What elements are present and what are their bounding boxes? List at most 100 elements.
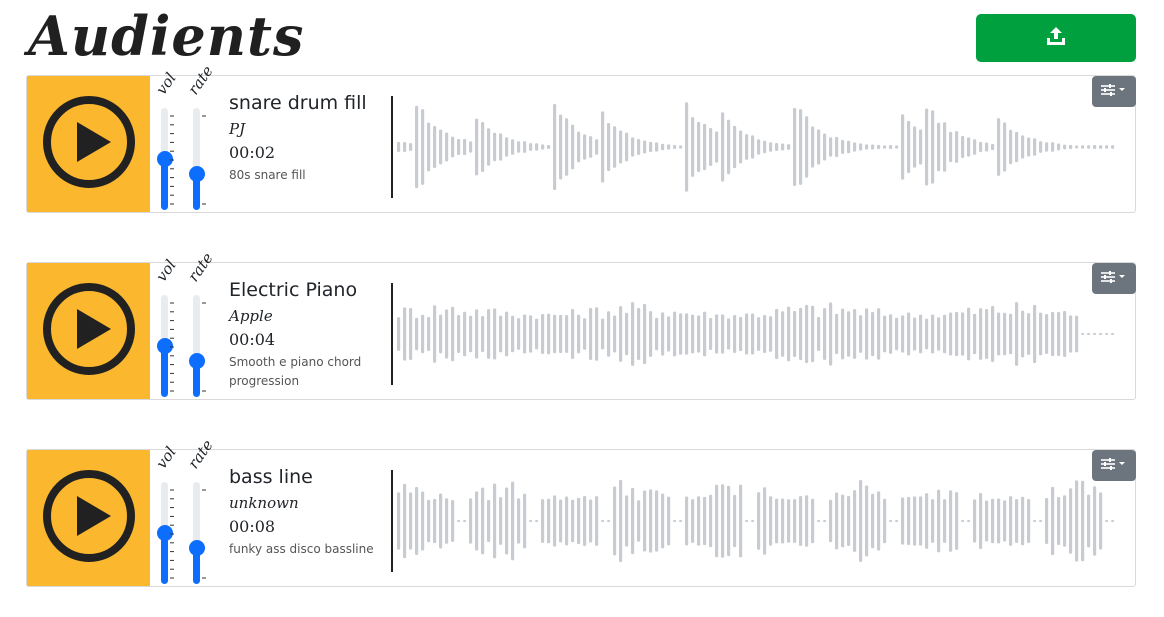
waveform-bar [487, 309, 491, 359]
play-icon [41, 281, 137, 381]
rate-slider[interactable] [188, 108, 205, 210]
play-button[interactable] [27, 76, 150, 212]
waveform-bar [943, 499, 947, 543]
waveform-bar [775, 308, 779, 360]
waveform-bar [607, 122, 611, 172]
waveform-bar [871, 493, 875, 549]
waveform-bar [679, 313, 683, 355]
waveform-bar [1033, 304, 1037, 364]
waveform-bar [823, 133, 827, 161]
waveform-bar [535, 519, 539, 523]
waveform-bar [1111, 332, 1115, 336]
waveform-bar [835, 492, 839, 550]
waveform-bar [565, 496, 569, 546]
waveform-bar [607, 519, 611, 523]
waveform-bar [619, 130, 623, 164]
waveform[interactable] [391, 470, 1119, 572]
waveform-bar [865, 485, 869, 557]
waveform-bar [613, 126, 617, 168]
waveform-bar [961, 519, 965, 523]
waveform-bar [463, 138, 467, 156]
waveform-bar [565, 118, 569, 176]
rate-slider[interactable] [188, 295, 205, 397]
volume-slider[interactable] [156, 108, 173, 210]
waveform-bar [703, 496, 707, 546]
waveform-bar [817, 317, 821, 351]
waveform-bar [571, 309, 575, 359]
volume-slider[interactable] [156, 295, 173, 397]
waveform-bar [967, 519, 971, 523]
waveform-bar [439, 493, 443, 549]
waveform-bar [781, 311, 785, 357]
play-button[interactable] [27, 263, 150, 399]
waveform-bar [673, 311, 677, 357]
waveform-bar [823, 519, 827, 523]
waveform-bar [817, 129, 821, 165]
waveform-bar [1057, 311, 1061, 357]
waveform-bar [559, 499, 563, 543]
sliders-icon [1101, 82, 1127, 101]
waveform-bar [1033, 138, 1037, 156]
play-button[interactable] [27, 450, 150, 586]
waveform-bar [601, 519, 605, 523]
waveform-bar [751, 313, 755, 355]
waveform-bar [637, 307, 641, 361]
waveform-bar [427, 122, 431, 172]
volume-slider[interactable] [156, 482, 173, 584]
waveform-bar [1039, 519, 1043, 523]
waveform-bar [697, 315, 701, 353]
waveform-bar [589, 308, 593, 360]
waveform-bar [907, 120, 911, 174]
waveform-bar [1105, 332, 1109, 336]
waveform-bar [973, 313, 977, 355]
waveform-bar [1069, 488, 1073, 554]
waveform-bar [397, 142, 401, 152]
waveform-bar [1015, 499, 1019, 543]
waveform-bar [937, 317, 941, 351]
waveform-bar [673, 519, 677, 523]
upload-button[interactable] [976, 14, 1136, 62]
waveform-bar [829, 302, 833, 366]
track-author: Apple [229, 307, 273, 325]
waveform-bar [835, 136, 839, 158]
rate-slider[interactable] [188, 482, 205, 584]
sliders-icon [1101, 269, 1127, 288]
sliders-icon [1101, 456, 1127, 475]
waveform[interactable] [391, 96, 1119, 198]
waveform-bar [1015, 302, 1019, 366]
waveform-bar [841, 140, 845, 154]
track-settings-button[interactable] [1092, 76, 1136, 107]
waveform-bar [715, 314, 719, 354]
waveform-bar [913, 496, 917, 546]
waveform-bar [793, 499, 797, 543]
waveform-bar [445, 498, 449, 544]
waveform-bar [769, 142, 773, 152]
app-logo: Audients [28, 4, 305, 68]
waveform-bar [433, 305, 437, 363]
waveform-bar [595, 307, 599, 361]
waveform-bar [523, 141, 527, 153]
waveform-bar [661, 143, 665, 151]
waveform-bar [835, 313, 839, 355]
waveform[interactable] [391, 283, 1119, 385]
waveform-bar [577, 497, 581, 545]
waveform-bar [589, 499, 593, 543]
waveform-bar [1069, 144, 1073, 150]
volume-ticks [170, 489, 174, 579]
waveform-bar [649, 141, 653, 153]
waveform-bar [745, 134, 749, 160]
waveform-bar [775, 142, 779, 152]
waveform-bar [919, 496, 923, 546]
track-author: unknown [229, 494, 299, 512]
waveform-bar [469, 498, 473, 544]
waveform-bar [895, 519, 899, 523]
track-settings-button[interactable] [1092, 263, 1136, 294]
waveform-bar [931, 110, 935, 184]
waveform-bar [403, 307, 407, 361]
track-settings-button[interactable] [1092, 450, 1136, 481]
waveform-bar [811, 126, 815, 168]
waveform-bar [1009, 313, 1013, 355]
waveform-bar [469, 315, 473, 353]
waveform-bar [1009, 129, 1013, 165]
waveform-bar [637, 500, 641, 542]
